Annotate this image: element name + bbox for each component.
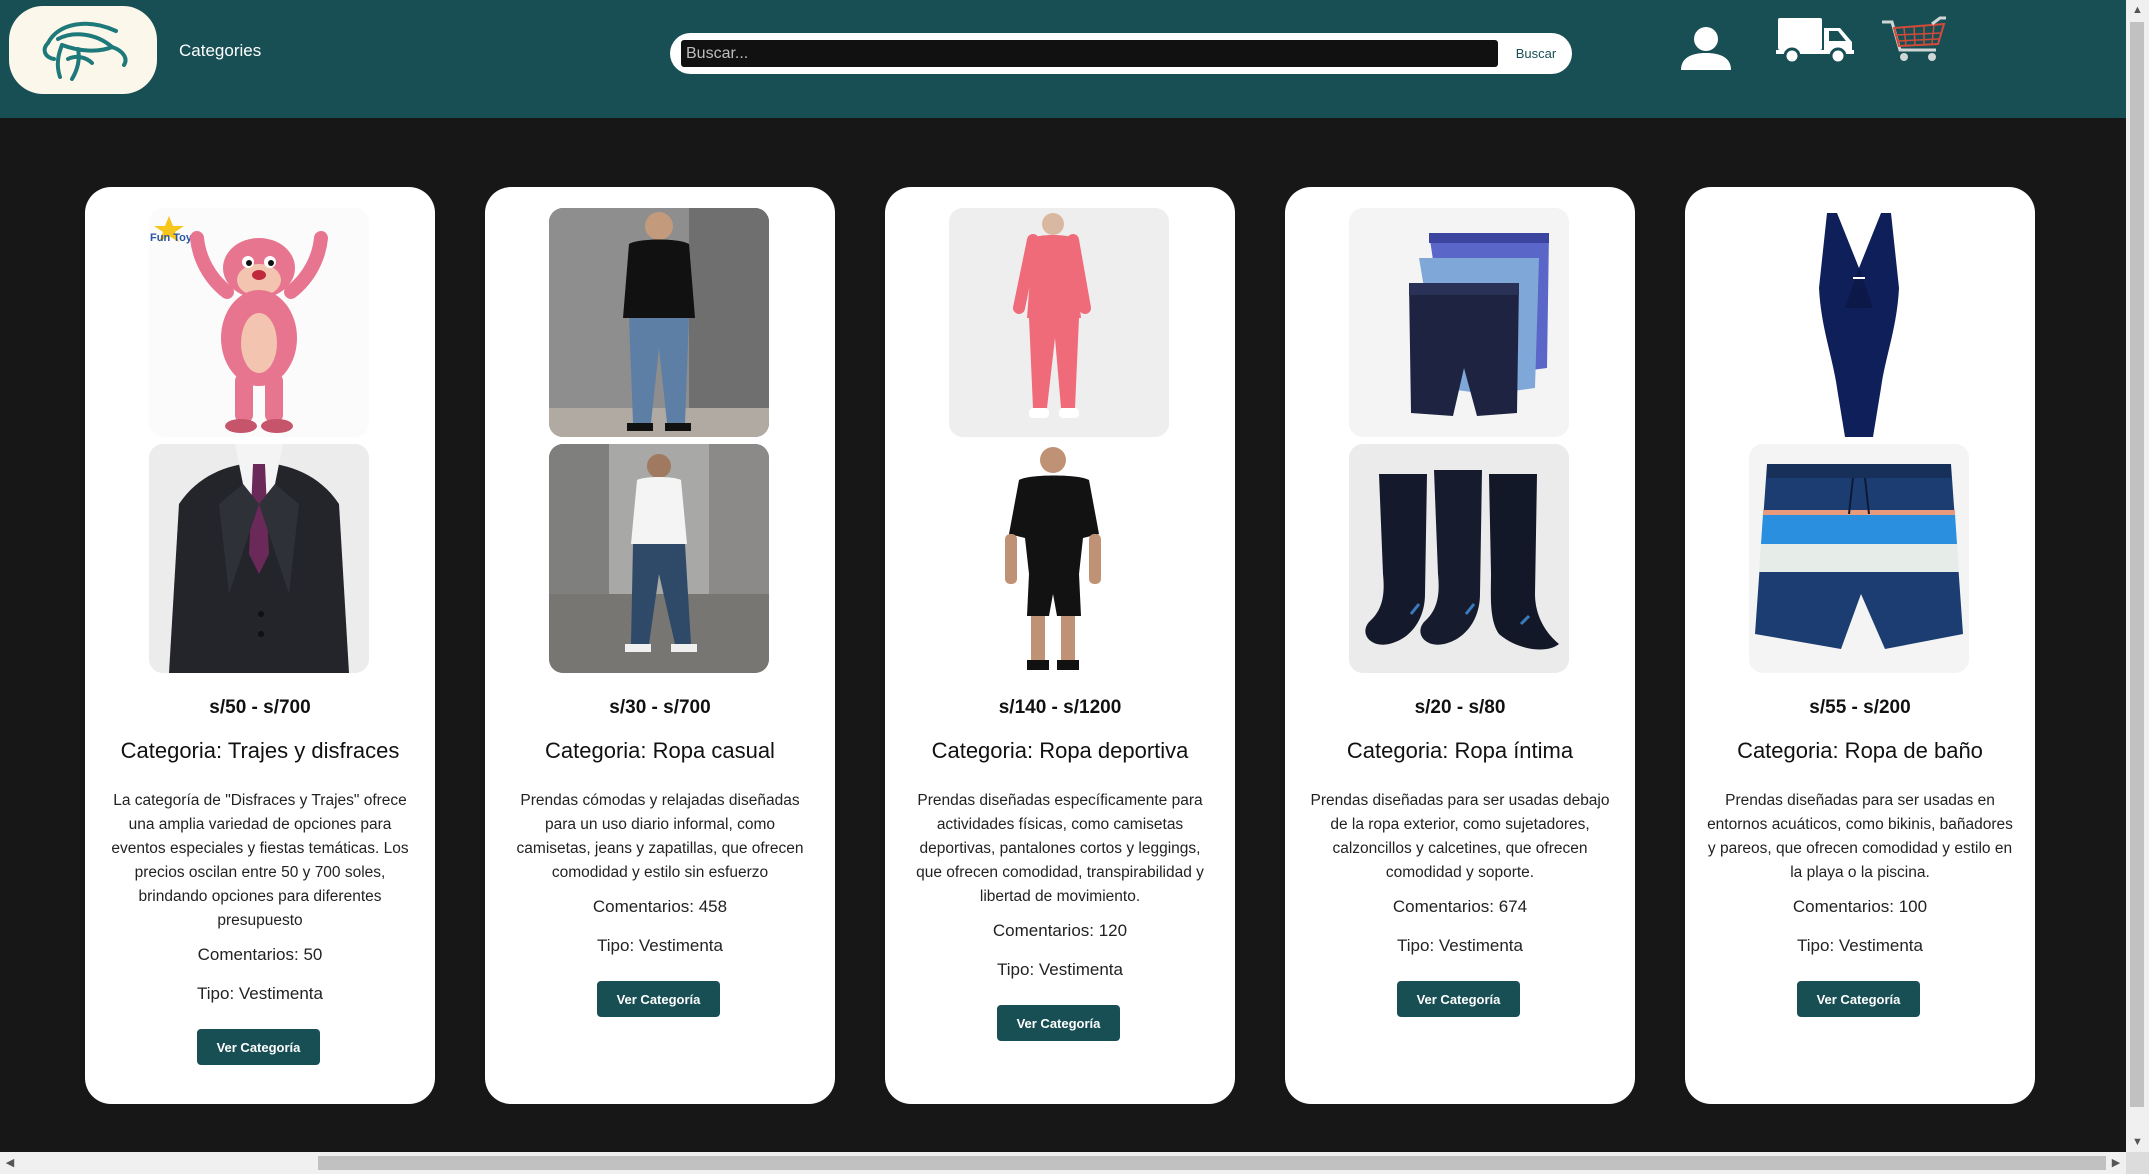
nav-categories-link[interactable]: Categories <box>179 41 261 61</box>
ver-categoria-button[interactable]: Ver Categoría <box>197 1029 320 1065</box>
category-card-casual: s/30 - s/700 Categoria: Ropa casual Pren… <box>485 187 835 1104</box>
category-type: Tipo: Vestimenta <box>997 960 1123 979</box>
cart-icon[interactable] <box>1880 16 1948 64</box>
pink-tracksuit-image <box>949 208 1169 437</box>
category-description: Prendas diseñadas para ser usadas en ent… <box>1707 792 2013 881</box>
black-suit-image <box>149 444 369 673</box>
category-card-bano: s/55 - s/200 Categoria: Ropa de baño Pre… <box>1685 187 2035 1104</box>
category-type: Tipo: Vestimenta <box>1797 936 1923 955</box>
site-header: Categories Buscar <box>0 0 2126 118</box>
logo-hat-icon <box>42 21 128 81</box>
vertical-scrollbar[interactable]: ▲ ▼ <box>2126 0 2149 1152</box>
page: Categories Buscar... Buscar Fun Toys s/5… <box>0 0 2126 1152</box>
scrollbar-corner <box>2126 1152 2149 1174</box>
category-card-trajes: Fun Toys s/50 - s/700 Categoria: Trajes … <box>85 187 435 1104</box>
category-title: Categoria: Ropa deportiva <box>931 738 1189 763</box>
search-bar: Buscar <box>670 33 1572 74</box>
category-type: Tipo: Vestimenta <box>1397 936 1523 955</box>
category-card-deportiva: s/140 - s/1200 Categoria: Ropa deportiva… <box>885 187 1235 1104</box>
scroll-down-arrow-icon[interactable]: ▼ <box>2126 1132 2149 1152</box>
ver-categoria-button[interactable]: Ver Categoría <box>597 981 720 1017</box>
category-type: Tipo: Vestimenta <box>597 936 723 955</box>
pink-panther-costume-image: Fun Toys <box>149 208 369 437</box>
user-icon[interactable] <box>1678 26 1734 72</box>
horizontal-scroll-thumb[interactable] <box>318 1156 2106 1170</box>
scroll-right-arrow-icon[interactable]: ▶ <box>2106 1152 2126 1174</box>
category-title: Categoria: Ropa de baño <box>1737 738 1983 763</box>
vertical-scroll-thumb[interactable] <box>2130 22 2144 1107</box>
category-title: Categoria: Ropa íntima <box>1346 738 1574 763</box>
truck-icon[interactable] <box>1776 16 1854 64</box>
price-range: s/140 - s/1200 <box>998 697 1122 718</box>
price-range: s/30 - s/700 <box>609 697 711 718</box>
casual-jeans-woman-image <box>549 208 769 437</box>
comments-count: Comentarios: 100 <box>1792 897 1928 916</box>
site-logo[interactable] <box>9 6 157 94</box>
category-title: Categoria: Ropa casual <box>545 738 775 763</box>
search-input[interactable] <box>681 40 1498 67</box>
search-button[interactable]: Buscar <box>1504 40 1568 67</box>
striped-swim-shorts-image <box>1749 444 1969 673</box>
casual-white-shirt-man-image <box>549 444 769 673</box>
category-card-intima: s/20 - s/80 Categoria: Ropa íntima Prend… <box>1285 187 1635 1104</box>
price-range: s/50 - s/700 <box>209 697 311 718</box>
category-description: Prendas cómodas y relajadas diseñadas pa… <box>516 792 804 881</box>
black-socks-image <box>1349 444 1569 673</box>
category-type: Tipo: Vestimenta <box>197 984 323 1003</box>
category-title: Categoria: Trajes y disfraces <box>120 738 400 763</box>
comments-count: Comentarios: 50 <box>197 945 323 964</box>
ver-categoria-button[interactable]: Ver Categoría <box>1797 981 1920 1017</box>
category-description: Prendas diseñadas específicamente para a… <box>916 792 1204 905</box>
price-range: s/20 - s/80 <box>1414 697 1506 718</box>
comments-count: Comentarios: 674 <box>1392 897 1528 916</box>
comments-count: Comentarios: 458 <box>592 897 728 916</box>
comments-count: Comentarios: 120 <box>992 921 1128 940</box>
category-description: Prendas diseñadas para ser usadas debajo… <box>1310 792 1610 881</box>
scroll-left-arrow-icon[interactable]: ◀ <box>0 1152 20 1174</box>
scroll-up-arrow-icon[interactable]: ▲ <box>2126 0 2149 20</box>
price-range: s/55 - s/200 <box>1809 697 1911 718</box>
ver-categoria-button[interactable]: Ver Categoría <box>1397 981 1520 1017</box>
horizontal-scrollbar[interactable]: ◀ ▶ <box>0 1152 2126 1174</box>
navy-swimsuit-image <box>1749 208 1969 437</box>
category-description: La categoría de "Disfraces y Trajes" ofr… <box>111 792 409 929</box>
black-sportswear-man-image <box>949 444 1169 673</box>
boxer-shorts-image <box>1349 208 1569 437</box>
ver-categoria-button[interactable]: Ver Categoría <box>997 1005 1120 1041</box>
